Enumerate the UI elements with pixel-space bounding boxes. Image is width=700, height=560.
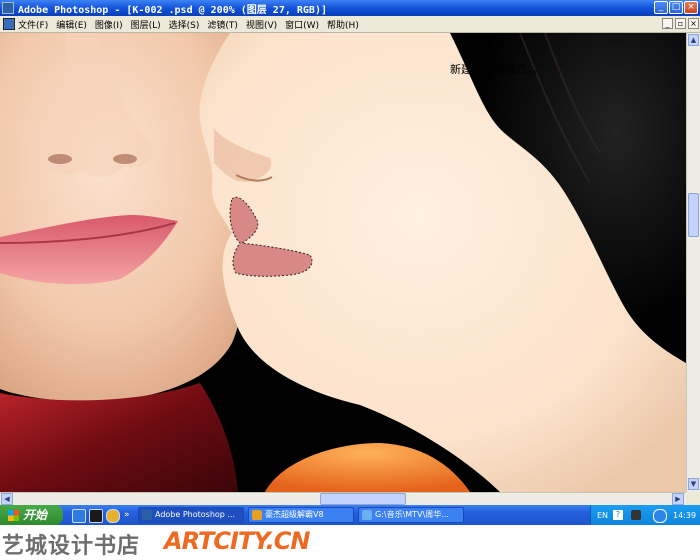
document-icon[interactable] <box>3 18 15 30</box>
scroll-down-button[interactable]: ▼ <box>688 478 699 490</box>
canvas-annotation: 新建一层画嘴巴。。 <box>450 63 544 76</box>
menu-select[interactable]: 选择(S) <box>169 18 200 31</box>
task-folder-label: G:\音乐\MTV\周华... <box>375 510 449 519</box>
clock: 14:39 <box>673 511 697 520</box>
task-media-label: 豪杰超级解霸V8 <box>265 510 324 519</box>
windows-flag-icon <box>8 509 19 521</box>
task-photoshop-label: Adobe Photoshop ... <box>155 510 236 519</box>
help-icon[interactable]: ? <box>613 510 623 520</box>
watermark-cn: 艺城设计书店 <box>2 534 141 559</box>
horizontal-scrollbar[interactable]: ◀ ▶ <box>0 492 686 505</box>
maximize-button[interactable]: □ <box>669 1 683 14</box>
watermark-en: ARTCITY.CN <box>164 527 310 555</box>
task-photoshop[interactable]: Adobe Photoshop ... <box>138 507 244 523</box>
doc-close-button[interactable]: × <box>688 18 699 29</box>
menu-filter[interactable]: 滤镜(T) <box>207 18 238 31</box>
task-folder[interactable]: G:\音乐\MTV\周华... <box>358 507 464 523</box>
photoshop-task-icon <box>142 510 152 520</box>
menu-items: 文件(F) 编辑(E) 图像(I) 图层(L) 选择(S) 滤镜(T) 视图(V… <box>18 18 359 31</box>
scroll-corner <box>686 492 700 505</box>
vertical-scroll-thumb[interactable] <box>688 193 699 237</box>
task-media-player[interactable]: 豪杰超级解霸V8 <box>248 507 354 523</box>
media-task-icon <box>252 510 262 520</box>
close-button[interactable]: × <box>684 1 698 14</box>
doc-minimize-button[interactable]: _ <box>662 18 673 29</box>
menu-view[interactable]: 视图(V) <box>246 18 277 31</box>
menu-file[interactable]: 文件(F) <box>18 18 48 31</box>
system-tray: EN ? 14:39 <box>590 505 700 525</box>
taskbar: 开始 » Adobe Photoshop ... 豪杰超级解霸V8 G:\音乐\… <box>0 505 700 525</box>
tray-arrow-icon[interactable] <box>653 509 667 523</box>
menu-help[interactable]: 帮助(H) <box>327 18 359 31</box>
tray-app-icon[interactable] <box>631 510 641 520</box>
window-title: Adobe Photoshop - [K-002 .psd @ 200% (图层… <box>18 5 327 16</box>
minimize-button[interactable]: _ <box>654 1 668 14</box>
start-button[interactable]: 开始 <box>0 505 63 525</box>
language-indicator[interactable]: EN <box>597 511 608 520</box>
menu-window[interactable]: 窗口(W) <box>285 18 319 31</box>
menu-edit[interactable]: 编辑(E) <box>56 18 87 31</box>
illustration <box>0 33 686 492</box>
vertical-scrollbar[interactable]: ▲ ▼ <box>686 33 700 492</box>
menu-bar: 文件(F) 编辑(E) 图像(I) 图层(L) 选择(S) 滤镜(T) 视图(V… <box>0 16 700 33</box>
media-player-icon[interactable] <box>89 509 103 523</box>
document-canvas[interactable]: 新建一层画嘴巴。。 <box>0 33 686 492</box>
menu-layer[interactable]: 图层(L) <box>131 18 161 31</box>
folder-task-icon <box>362 510 372 520</box>
messenger-icon[interactable] <box>106 509 120 523</box>
scroll-right-button[interactable]: ▶ <box>672 493 684 505</box>
title-bar: Adobe Photoshop - [K-002 .psd @ 200% (图层… <box>0 0 700 16</box>
quicklaunch-expand-icon[interactable]: » <box>124 509 130 521</box>
photoshop-icon[interactable] <box>2 2 14 14</box>
scroll-up-button[interactable]: ▲ <box>688 34 699 46</box>
menu-image[interactable]: 图像(I) <box>95 18 123 31</box>
doc-restore-button[interactable]: ▫ <box>675 18 686 29</box>
ie-icon[interactable] <box>72 509 86 523</box>
watermark-banner: 艺城设计书店 ARTCITY.CN <box>0 525 700 559</box>
horizontal-scroll-thumb[interactable] <box>320 493 406 505</box>
scroll-left-button[interactable]: ◀ <box>1 493 13 505</box>
start-label: 开始 <box>23 508 48 522</box>
